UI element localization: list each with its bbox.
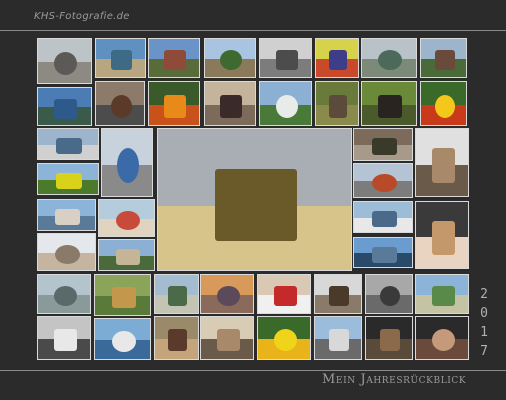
photo-bear-sculpture xyxy=(37,38,92,84)
top-divider xyxy=(0,30,506,31)
photo-meerkat xyxy=(200,316,254,360)
photo-girl-grass xyxy=(94,274,151,316)
photo-harbor xyxy=(95,38,146,78)
photo-graffiti xyxy=(315,38,359,78)
photo-fjord xyxy=(37,87,92,126)
photo-statue-head xyxy=(365,316,413,360)
year-digit: 1 xyxy=(480,325,488,340)
photo-woman-laptop xyxy=(415,316,469,360)
photo-people-crowd xyxy=(353,128,413,161)
photo-old-buildings xyxy=(95,81,145,126)
photo-city-sunset xyxy=(200,274,254,314)
photo-santa-claus xyxy=(257,274,311,314)
photo-brown-bear xyxy=(361,81,417,126)
photo-bridge xyxy=(353,237,413,268)
photo-woman-portrait xyxy=(415,201,469,269)
photo-palace xyxy=(98,239,155,271)
year-label: 2 0 1 7 xyxy=(478,288,490,358)
photo-husky xyxy=(37,233,96,271)
photo-sunflowers xyxy=(257,316,311,360)
photo-yellow-flower xyxy=(420,81,467,126)
photo-marina xyxy=(37,128,99,160)
photo-ferry-boat xyxy=(94,318,151,360)
photo-reindeer xyxy=(315,81,359,126)
year-digit: 7 xyxy=(480,344,488,359)
photo-wooden-house xyxy=(420,38,467,78)
photo-harbor-hotel xyxy=(37,199,96,231)
photo-sailing-ship xyxy=(353,201,413,233)
brand-watermark: KHS-Fotografie.de xyxy=(34,11,130,22)
photo-coastline xyxy=(415,274,469,314)
photo-cathedral xyxy=(314,316,362,360)
photo-bagpiper xyxy=(154,316,199,360)
photo-rowboats xyxy=(37,274,91,314)
photo-beach-chairs xyxy=(98,199,155,237)
year-digit: 2 xyxy=(480,287,488,302)
photo-mountain-lake xyxy=(361,38,417,78)
photo-lynx xyxy=(415,128,469,197)
photo-doorway xyxy=(204,81,256,126)
photo-pirate-figure xyxy=(314,274,362,314)
year-digit: 0 xyxy=(480,306,488,321)
photo-signpost xyxy=(101,128,153,197)
photo-red-building xyxy=(353,163,413,198)
photo-half-timbered-house xyxy=(259,38,312,78)
photo-runner xyxy=(365,274,413,314)
bottom-divider xyxy=(0,370,506,371)
photo-rapeseed-field xyxy=(37,163,99,195)
photo-vintage-car xyxy=(37,316,91,360)
photo-holstentor xyxy=(148,38,200,78)
photo-lake-house xyxy=(154,274,199,314)
photo-orange-flowers xyxy=(148,81,200,126)
photo-tram-square xyxy=(157,128,352,271)
photo-castle-lake xyxy=(204,38,256,78)
collage-title: Mein Jahresrückblick xyxy=(322,372,467,387)
photo-ski-jump xyxy=(259,81,312,126)
